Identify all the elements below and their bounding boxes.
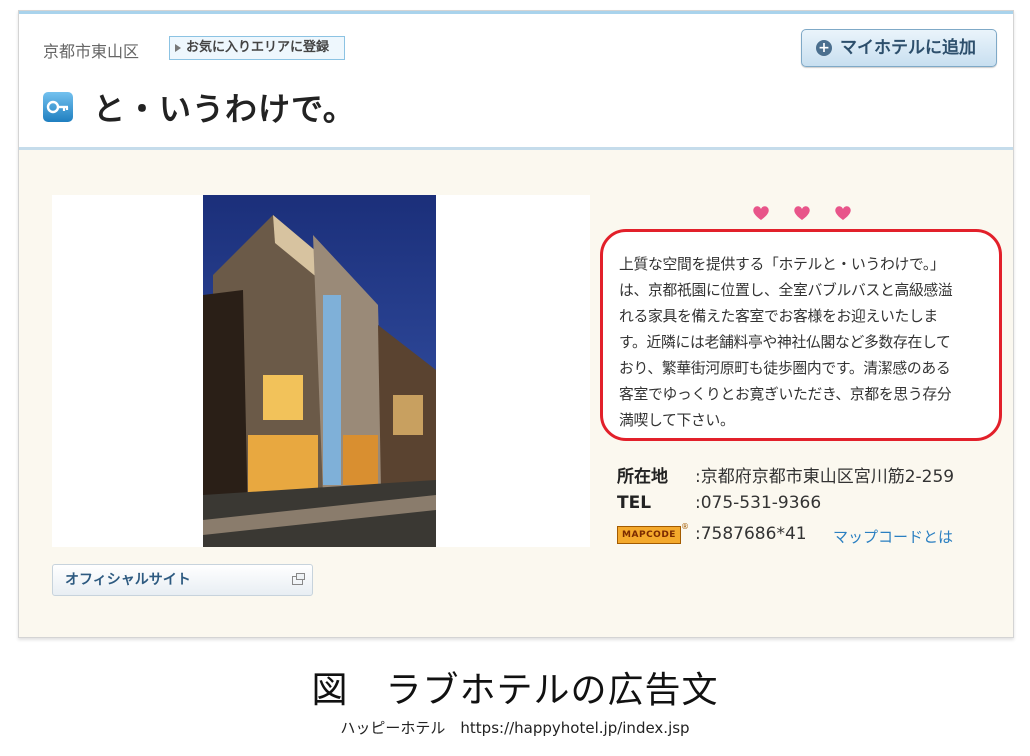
key-icon — [43, 92, 73, 122]
area-label: 京都市東山区 — [43, 42, 140, 61]
heart-icon — [794, 206, 810, 220]
hotel-description: 上質な空間を提供する「ホテルと・いうわけで。」 は、京都祇園に位置し、全室バブル… — [600, 229, 1002, 441]
official-site-button[interactable]: オフィシャルサイト — [52, 564, 313, 596]
address-value: :京都府京都市東山区宮川筋2-259 — [695, 467, 955, 487]
official-site-label: オフィシャルサイト — [65, 572, 191, 588]
mapcode-registered-mark: ® — [681, 522, 689, 531]
mapcode-logo: MAPCODE — [617, 526, 681, 544]
favorite-area-button-label: お気に入りエリアに登録 — [186, 40, 330, 55]
hotel-name: と・いうわけで。 — [93, 90, 356, 128]
description-line: は、京都祇園に位置し、全室バブルバスと高級感溢 — [619, 282, 953, 299]
hotel-body: 上質な空間を提供する「ホテルと・いうわけで。」 は、京都祇園に位置し、全室バブル… — [19, 150, 1013, 637]
mapcode-value: :7587686*41 — [695, 524, 807, 544]
description-line: 上質な空間を提供する「ホテルと・いうわけで。」 — [619, 256, 945, 273]
plus-circle-icon: + — [816, 40, 832, 56]
heart-icon — [753, 206, 769, 220]
add-my-hotel-button[interactable]: + マイホテルに追加 — [801, 29, 997, 67]
heart-icon — [835, 206, 851, 220]
hotel-header: 京都市東山区 お気に入りエリアに登録 + マイホテルに追加 と・いうわけで。 — [19, 14, 1013, 150]
description-line: す。近隣には老舗料亭や神社仏閣など多数存在して — [619, 334, 951, 351]
hotel-photo[interactable] — [203, 195, 436, 547]
tel-value: :075-531-9366 — [695, 493, 822, 513]
figure-caption: 図 ラブホテルの広告文 — [311, 670, 719, 711]
description-line: れる家具を備えた客室でお客様をお迎えいたしま — [619, 308, 938, 325]
hotel-detail-card: 京都市東山区 お気に入りエリアに登録 + マイホテルに追加 と・いうわけで。 上… — [18, 10, 1014, 638]
description-line: 満喫して下さい。 — [619, 412, 735, 429]
favorite-area-button[interactable]: お気に入りエリアに登録 — [169, 36, 345, 60]
source-credit: ハッピーホテル https://happyhotel.jp/index.jsp — [340, 719, 690, 737]
address-label: 所在地 — [617, 467, 668, 487]
add-my-hotel-label: マイホテルに追加 — [840, 38, 976, 58]
external-link-icon — [292, 573, 305, 585]
description-line: おり、繁華街河原町も徒歩圏内です。清潔感のある — [619, 360, 951, 377]
tel-label: TEL — [617, 493, 652, 513]
description-line: 客室でゆっくりとお寛ぎいただき、京都を思う存分 — [619, 386, 952, 403]
triangle-right-icon — [175, 44, 181, 52]
mapcode-help-link[interactable]: マップコードとは — [833, 526, 953, 547]
hotel-photo-frame — [52, 195, 590, 547]
